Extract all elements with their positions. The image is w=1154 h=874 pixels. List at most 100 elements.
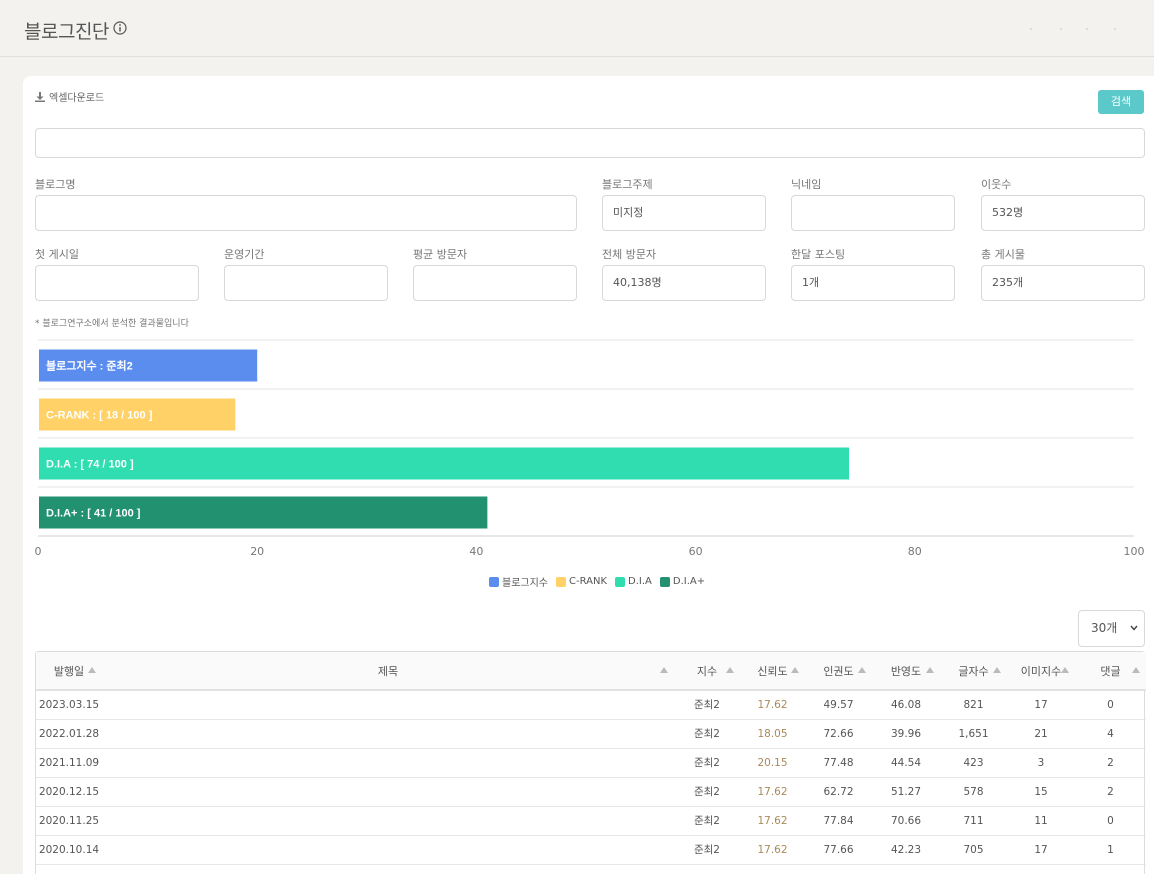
monthly-posts-label: 한달 포스팅: [791, 248, 846, 261]
table-cell: 2020.11.25: [36, 806, 102, 836]
table-cell: 0: [1075, 806, 1146, 836]
neighbors-field[interactable]: 532명: [981, 195, 1145, 231]
legend-item[interactable]: C-RANK: [556, 574, 607, 589]
post-title-cell[interactable]: [102, 719, 674, 749]
per-page-select[interactable]: 30개: [1078, 610, 1145, 647]
legend-swatch: [556, 576, 566, 587]
table-row[interactable]: 2021.11.09 준최2 20.15 77.48 44.54 423 3 2: [36, 748, 1146, 778]
table-cell: 2020.10.14: [36, 835, 102, 865]
table-cell: [36, 864, 102, 874]
url-input[interactable]: [35, 128, 1145, 158]
chevron-down-icon: [1130, 625, 1138, 631]
table-cell: [674, 864, 740, 874]
monthly-posts-field[interactable]: 1개: [791, 265, 955, 301]
post-title-cell[interactable]: [102, 748, 674, 778]
legend-swatch: [659, 576, 670, 587]
table-row[interactable]: 2020.11.25 준최2 17.62 77.84 70.66 711 11 0: [36, 806, 1146, 836]
table-row[interactable]: 2022.01.28 준최2 18.05 72.66 39.96 1,651 21 4: [36, 719, 1146, 749]
table-cell: 2022.01.28: [36, 719, 102, 749]
column-header[interactable]: 인권도: [805, 652, 872, 691]
column-header[interactable]: 지수: [674, 652, 740, 691]
post-title-cell[interactable]: [102, 864, 674, 874]
nickname-field[interactable]: [791, 195, 955, 231]
score-bar-chart: 블로그지수 : 준최2 C-RANK : [ 18 / 100 ] D.I.A : …: [35, 339, 1145, 558]
column-header[interactable]: 신뢰도: [740, 652, 805, 691]
column-header-label: 신뢰도: [757, 664, 788, 678]
avg-visitors-label: 평균 방문자: [413, 248, 468, 261]
table-cell: 51.27: [872, 777, 940, 807]
first-post-field[interactable]: [35, 265, 199, 301]
table-cell: 준최2: [674, 777, 740, 807]
column-header[interactable]: 제목: [102, 652, 674, 691]
table-row[interactable]: 2020.10.14 준최2 17.62 77.66 42.23 705 17 1: [36, 835, 1146, 865]
table-cell: [1075, 864, 1146, 874]
column-header[interactable]: 댓글: [1075, 652, 1146, 691]
legend-item[interactable]: 블로그지수: [489, 574, 548, 589]
table-row[interactable]: 2023.03.15 준최2 17.62 49.57 46.08 821 17 0: [36, 690, 1146, 720]
table-row[interactable]: 2020.12.15 준최2 17.62 62.72 51.27 578 15 2: [36, 777, 1146, 807]
table-row[interactable]: [36, 864, 1146, 874]
excel-download-label: 엑셀다운로드: [49, 93, 105, 104]
column-header[interactable]: 반영도: [872, 652, 940, 691]
sort-icon: [88, 667, 96, 673]
info-icon[interactable]: [113, 21, 127, 35]
download-icon: [35, 91, 45, 102]
column-header-label: 인권도: [823, 664, 854, 678]
table-cell: 17.62: [740, 690, 805, 720]
sort-icon: [926, 667, 934, 673]
table-cell: 72.66: [805, 719, 872, 749]
table-cell: 준최2: [674, 690, 740, 720]
table-cell: 77.66: [805, 835, 872, 865]
table-cell: [940, 864, 1007, 874]
x-tick-label: 60: [689, 545, 703, 558]
operation-period-label: 운영기간: [224, 248, 265, 261]
neighbors-label: 이웃수: [981, 178, 1012, 191]
sort-icon: [791, 667, 799, 673]
table-cell: 711: [940, 806, 1007, 836]
table-cell: 77.84: [805, 806, 872, 836]
table-cell: 17.62: [740, 835, 805, 865]
post-title-cell[interactable]: [102, 806, 674, 836]
nickname-label: 닉네임: [791, 178, 822, 191]
column-header-label: 글자수: [958, 664, 989, 678]
blog-topic-field[interactable]: 미지정: [602, 195, 766, 231]
first-post-label: 첫 게시일: [35, 248, 79, 261]
table-cell: 2: [1075, 748, 1146, 778]
search-button[interactable]: 검색: [1098, 90, 1144, 114]
operation-period-field[interactable]: [224, 265, 388, 301]
blog-name-field[interactable]: [35, 195, 577, 231]
column-header[interactable]: 발행일: [36, 652, 102, 691]
column-header-label: 이미지수: [1020, 664, 1062, 678]
sort-icon: [993, 667, 1001, 673]
legend-label: D.I.A+: [672, 576, 706, 587]
top-dots: [1030, 28, 1120, 30]
bar-label: D.I.A+ : [ 41 / 100 ]: [46, 508, 141, 520]
column-header-label: 댓글: [1100, 664, 1121, 678]
table-cell: [805, 864, 872, 874]
table-cell: 15: [1007, 777, 1075, 807]
blog-name-label: 블로그명: [35, 178, 76, 191]
total-posts-field[interactable]: 235개: [981, 265, 1145, 301]
post-title-cell[interactable]: [102, 690, 674, 720]
column-header[interactable]: 글자수: [940, 652, 1007, 691]
avg-visitors-field[interactable]: [413, 265, 577, 301]
table-cell: 11: [1007, 806, 1075, 836]
table-cell: [872, 864, 940, 874]
legend-label: D.I.A: [628, 576, 652, 587]
total-visitors-field[interactable]: 40,138명: [602, 265, 766, 301]
table-cell: 62.72: [805, 777, 872, 807]
sort-icon: [726, 667, 734, 673]
table-cell: 준최2: [674, 719, 740, 749]
table-cell: 준최2: [674, 806, 740, 836]
excel-download-link[interactable]: 엑셀다운로드: [35, 89, 104, 104]
sort-icon: [660, 667, 668, 673]
post-title-cell[interactable]: [102, 777, 674, 807]
post-title-cell[interactable]: [102, 835, 674, 865]
legend-item[interactable]: D.I.A+: [659, 574, 706, 589]
blog-topic-label: 블로그주제: [602, 178, 653, 191]
table-cell: 1,651: [940, 719, 1007, 749]
legend-item[interactable]: D.I.A: [615, 574, 652, 589]
column-header-label: 제목: [377, 664, 399, 678]
x-tick-label: 40: [469, 545, 483, 558]
column-header[interactable]: 이미지수: [1007, 652, 1075, 691]
